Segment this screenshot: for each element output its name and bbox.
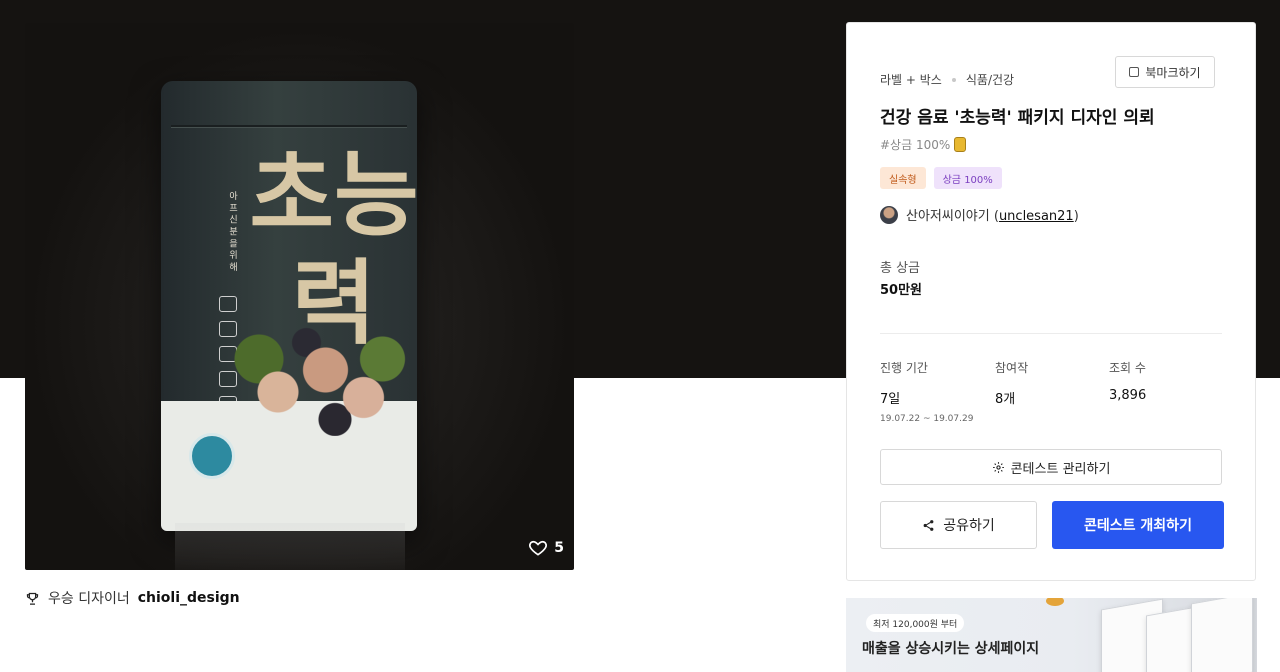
coin-icon	[954, 137, 967, 152]
contest-tags: 실속형 상금 100%	[880, 167, 1002, 189]
winner-designer-name[interactable]: chioli_design	[138, 590, 240, 606]
manage-contest-button[interactable]: 콘테스트 관리하기	[880, 449, 1222, 485]
winner-designer: 우승 디자이너 chioli_design	[25, 588, 240, 608]
contest-info-card: 라벨 + 박스 식품/건강 북마크하기 건강 음료 '초능력' 패키지 디자인 …	[846, 22, 1256, 581]
contest-title: 건강 음료 '초능력' 패키지 디자인 의뢰	[880, 108, 1155, 128]
trophy-icon	[26, 592, 39, 605]
like-button[interactable]: 5	[528, 538, 564, 558]
tag-plan: 실속형	[880, 167, 926, 189]
ad-headline: 매출을 상승시키는 상세페이지	[862, 641, 1040, 657]
like-count: 5	[554, 540, 564, 556]
bookmark-button[interactable]: 북마크하기	[1115, 56, 1215, 88]
divider	[880, 333, 1222, 334]
breadcrumb-subcategory[interactable]: 식품/건강	[966, 71, 1014, 88]
bookmark-icon	[1129, 67, 1140, 77]
ad-banner[interactable]: 최저 120,000원 부터 매출을 상승시키는 상세페이지	[846, 598, 1257, 672]
gear-icon	[992, 461, 1004, 473]
package-pouch: 아 프 신 분 을 위 해 초능력	[161, 81, 417, 531]
stat-views: 조회 수 3,896	[1109, 361, 1147, 403]
stat-period: 진행 기간 7일 19.07.22 ~ 19.07.29	[880, 361, 974, 424]
page-mockup	[1191, 598, 1253, 672]
share-icon	[923, 519, 934, 531]
heart-icon	[529, 540, 548, 556]
contest-host: 산아저씨이야기 (unclesan21)	[880, 205, 1079, 224]
host-contest-button[interactable]: 콘테스트 개최하기	[1052, 501, 1224, 549]
breadcrumb-category[interactable]: 라벨 + 박스	[880, 71, 942, 88]
tag-prize: 상금 100%	[933, 167, 1002, 189]
package-brand-text: 초능력	[249, 141, 417, 357]
product-image[interactable]: 아 프 신 분 을 위 해 초능력 5	[25, 23, 574, 570]
package-fruit-illustration	[221, 326, 411, 436]
package-side-text: 아 프 신 분 을 위 해	[227, 191, 237, 272]
contest-hashtag: #상금 100%	[880, 136, 967, 153]
ad-price-pill: 최저 120,000원 부터	[866, 614, 965, 632]
stat-entries: 참여작 8개	[995, 361, 1029, 407]
prize-label: 총 상금	[880, 261, 921, 276]
prize-value: 50만원	[880, 283, 923, 298]
share-button[interactable]: 공유하기	[880, 501, 1037, 549]
winner-label: 우승 디자이너	[48, 591, 130, 607]
coin-decoration	[1046, 598, 1064, 606]
haccp-logo	[189, 433, 235, 479]
avatar	[880, 205, 898, 224]
host-profile-link[interactable]: unclesan21	[999, 209, 1074, 224]
breadcrumb: 라벨 + 박스 식품/건강	[880, 71, 1014, 88]
